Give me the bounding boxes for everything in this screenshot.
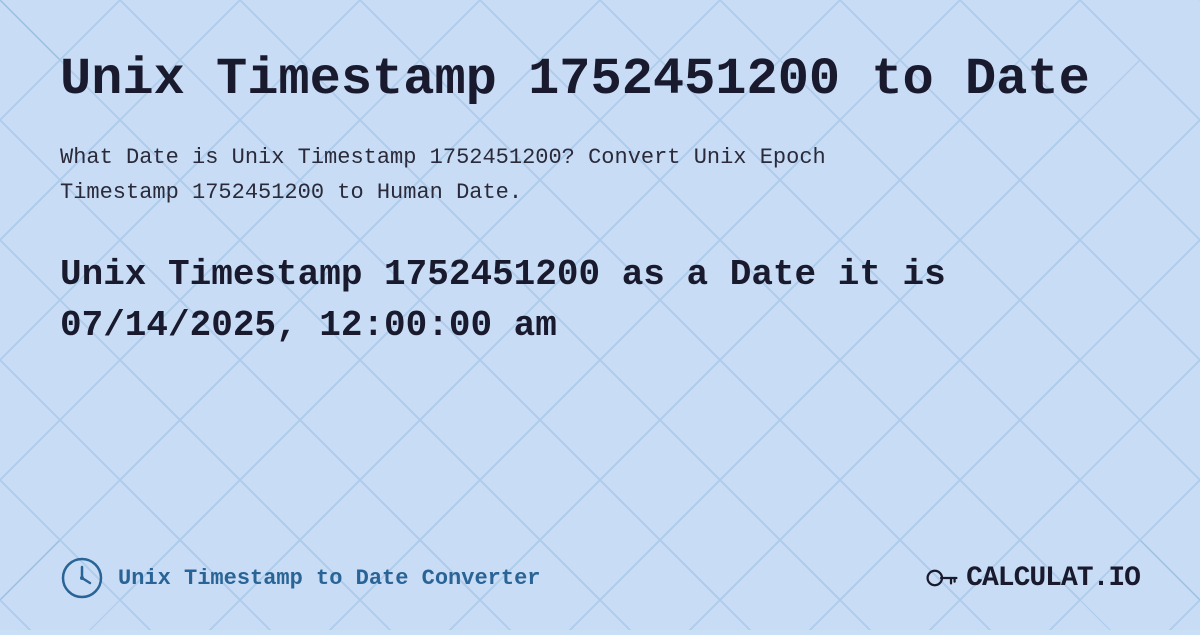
- logo-text: CALCULAT.IO: [966, 563, 1140, 594]
- description-text: What Date is Unix Timestamp 1752451200? …: [60, 140, 1110, 210]
- footer-label: Unix Timestamp to Date Converter: [118, 566, 540, 591]
- result-section: Unix Timestamp 1752451200 as a Date it i…: [60, 250, 1140, 351]
- logo: CALCULAT.IO: [924, 560, 1140, 596]
- result-line1: Unix Timestamp 1752451200 as a Date it i…: [60, 254, 946, 295]
- description-line1: What Date is Unix Timestamp 1752451200? …: [60, 145, 826, 170]
- footer-left: Unix Timestamp to Date Converter: [60, 556, 540, 600]
- description-line2: Timestamp 1752451200 to Human Date.: [60, 180, 522, 205]
- clock-icon: [60, 556, 104, 600]
- page-title: Unix Timestamp 1752451200 to Date: [60, 50, 1140, 110]
- result-text: Unix Timestamp 1752451200 as a Date it i…: [60, 250, 1140, 351]
- logo-icon: [924, 560, 960, 596]
- footer: Unix Timestamp to Date Converter CALCULA…: [60, 546, 1140, 600]
- result-line2: 07/14/2025, 12:00:00 am: [60, 305, 557, 346]
- main-content: Unix Timestamp 1752451200 to Date What D…: [0, 0, 1200, 630]
